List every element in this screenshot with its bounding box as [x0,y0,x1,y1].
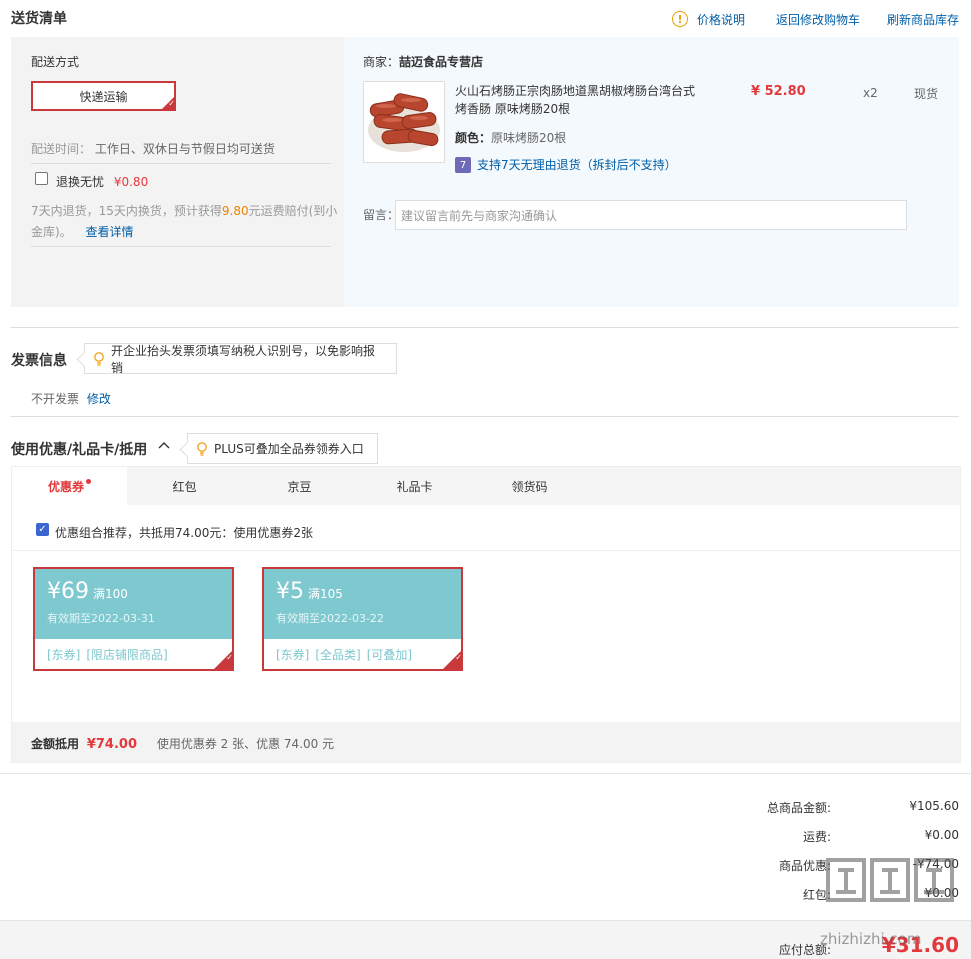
tab-red-packet[interactable]: 红包 [127,467,242,505]
coupon-tag: [可叠加] [366,648,413,662]
coupon-tags: [东券] [限店铺限商品] [35,639,232,670]
invoice-title: 发票信息 [11,353,67,369]
coupon-amount: ¥69 [47,579,89,604]
tab-label: 礼品卡 [396,479,433,494]
payable-label: 应付总额: [778,943,831,957]
plus-coupon-tip-text: PLUS可叠加全品券领券入口 [214,442,364,456]
coupon-amount: ¥5 [276,579,304,604]
tab-label: 优惠券 [47,479,84,494]
divider [11,416,959,417]
coupon-card[interactable]: ¥69 满100 有效期至2022-03-31 [东券] [限店铺限商品] [33,567,234,671]
warning-icon: ! [672,11,688,27]
tab-jingdou[interactable]: 京豆 [242,467,357,505]
coupon-tags: [东券] [全品类] [可叠加] [264,639,461,670]
worry-free-desc: 7天内退货，15天内换货，预计获得 [31,204,222,218]
recommend-text: 优惠组合推荐，共抵用74.00元：使用优惠券2张 [55,526,313,540]
return-7day-icon: 7 [455,157,471,173]
shipping-fee-value: ¥0.00 [924,828,959,842]
return-policy-text: 支持7天无理由退货（拆封后不支持） [477,158,677,172]
coupon-header: ¥5 满105 有效期至2022-03-22 [264,569,461,639]
product-name-line1[interactable]: 火山石烤肠正宗肉肠地道黑胡椒烤肠台湾台式 [455,82,705,100]
color-value: 原味烤肠20根 [491,131,567,145]
worry-free-label: 退换无忧 [56,175,105,189]
view-details-link[interactable]: 查看详情 [86,225,134,239]
watermark-logo [822,852,962,932]
notification-dot [86,478,91,484]
shipping-option-label: 快递运输 [79,89,128,104]
tab-label: 京豆 [287,479,312,494]
page-title: 送货清单 [11,11,67,27]
discount-summary-amount: ¥74.00 [86,737,138,752]
divider [0,773,971,774]
coupon-condition: 满105 [308,587,343,601]
selected-check-icon [214,651,233,669]
discount-tabbar: 优惠券 红包 京豆 礼品卡 领货码 [12,467,960,505]
discount-summary-label: 金额抵用 [31,737,80,751]
coupon-tag: [限店铺限商品] [86,648,168,662]
chevron-up-icon[interactable] [157,438,171,452]
shipping-fee-label: 运费: [802,830,831,844]
product-name-line2[interactable]: 烤香肠 原味烤肠20根 [455,100,705,118]
divider [31,246,331,247]
product-quantity: x2 [863,86,878,100]
discount-title: 使用优惠/礼品卡/抵用 [11,442,148,458]
invoice-status: 不开发票 [31,392,80,406]
delivery-time-label: 配送时间： [31,142,92,156]
merchant-name[interactable]: 喆迈食品专营店 [399,55,483,69]
worry-free-price: ¥0.80 [113,175,149,189]
coupon-tag: [东券] [47,648,81,662]
lightbulb-icon [196,441,208,456]
tab-pickup-code[interactable]: 领货码 [472,467,587,505]
total-goods-value: ¥105.60 [909,799,959,813]
coupon-condition: 满100 [93,587,128,601]
worry-free-desc-3: 金库)。 [31,225,72,239]
worry-free-checkbox[interactable] [35,172,48,185]
invoice-tip-text: 开企业抬头发票须填写纳税人识别号，以免影响报销 [111,343,376,375]
watermark-text: zhizhizhi.com [820,930,922,948]
message-label: 留言： [363,208,400,222]
plus-coupon-tip[interactable]: PLUS可叠加全品券领券入口 [187,433,378,464]
coupon-header: ¥69 满100 有效期至2022-03-31 [35,569,232,639]
tab-coupon[interactable]: 优惠券 [12,467,127,505]
lightbulb-icon [93,351,105,366]
compensation-amount: 9.80 [221,204,249,218]
goods-discount-label: 商品优惠: [778,859,831,873]
shipping-option-express[interactable]: 快递运输 [31,81,176,111]
coupon-card[interactable]: ¥5 满105 有效期至2022-03-22 [东券] [全品类] [可叠加] [262,567,463,671]
selected-check-icon [443,651,462,669]
coupon-expiry: 有效期至2022-03-31 [47,612,155,625]
coupon-tag: [东券] [276,648,310,662]
shipping-method-label: 配送方式 [31,55,80,69]
product-image[interactable] [363,81,445,163]
refresh-stock-link[interactable]: 刷新商品库存 [887,13,959,27]
red-packet-label: 红包: [802,888,831,902]
back-to-cart-link[interactable]: 返回修改购物车 [776,13,860,27]
discount-summary-text: 使用优惠券 2 张、优惠 74.00 元 [156,737,335,751]
recommend-checkbox[interactable]: ✓ [36,523,49,536]
tab-label: 红包 [172,479,197,494]
worry-free-desc-2: 元运费赔付(到小 [248,204,338,218]
invoice-modify-link[interactable]: 修改 [87,392,111,406]
product-price: ¥ 52.80 [751,84,806,99]
stock-status: 现货 [914,87,939,101]
message-input[interactable]: 建议留言前先与商家沟通确认 [395,200,907,230]
selected-check-icon [162,97,175,110]
tab-label: 领货码 [511,479,548,494]
tab-gift-card[interactable]: 礼品卡 [357,467,472,505]
delivery-panel [11,37,344,307]
total-goods-label: 总商品金额: [766,801,831,815]
divider [31,163,331,164]
divider [11,327,959,328]
color-label: 颜色： [455,131,492,145]
invoice-tip: 开企业抬头发票须填写纳税人识别号，以免影响报销 [84,343,397,375]
divider [12,550,960,551]
price-info-link[interactable]: 价格说明 [697,13,745,27]
merchant-label: 商家： [363,55,400,69]
delivery-time-value: 工作日、双休日与节假日均可送货 [94,142,275,156]
coupon-expiry: 有效期至2022-03-22 [276,612,384,625]
coupon-tag: [全品类] [315,648,361,662]
